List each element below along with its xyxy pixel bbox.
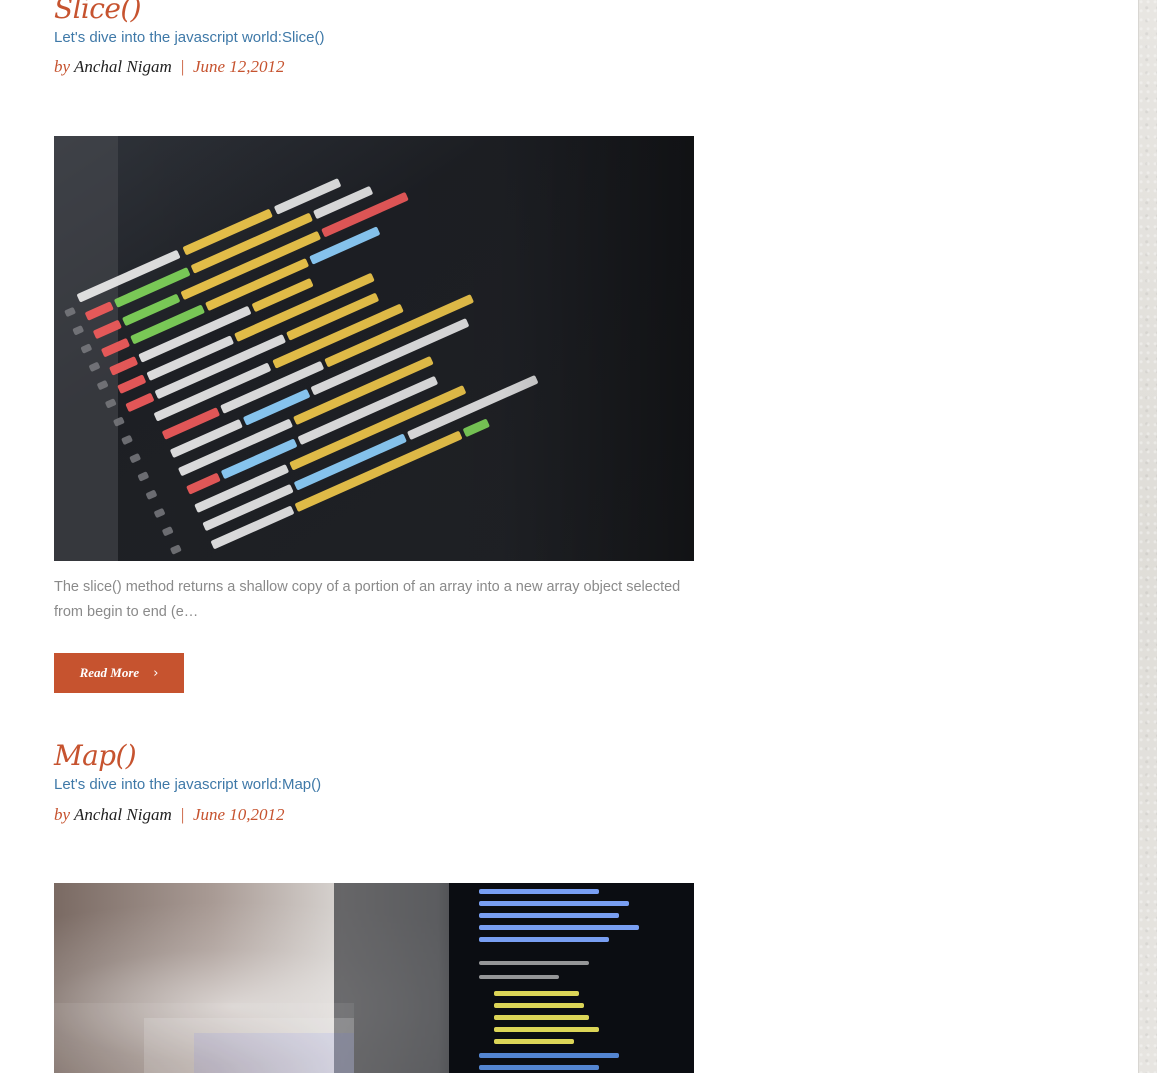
read-more-label: Read More <box>79 665 140 680</box>
post-subtitle: Let's dive into the javascript world:Sli… <box>54 29 325 46</box>
post-title[interactable]: Slice() <box>54 0 142 24</box>
post-meta: by Anchal Nigam | June 10,2012 <box>54 804 285 826</box>
post-date: June 12,2012 <box>192 57 285 76</box>
post-author[interactable]: Anchal Nigam <box>74 57 172 76</box>
feature-image-code-screen[interactable] <box>54 136 694 561</box>
post-date: June 10,2012 <box>192 805 285 824</box>
laptop-code-image <box>54 883 694 1073</box>
meta-separator: | <box>180 57 185 76</box>
post-subtitle: Let's dive into the javascript world:Map… <box>54 776 322 793</box>
post-meta: by Anchal Nigam | June 12,2012 <box>54 56 285 78</box>
code-screen-image <box>54 136 694 561</box>
meta-separator: | <box>180 805 185 824</box>
post-title[interactable]: Map() <box>54 741 137 771</box>
feature-image-laptop-code[interactable] <box>54 883 694 1073</box>
post-author[interactable]: Anchal Nigam <box>74 805 172 824</box>
read-more-button[interactable]: Read More › <box>54 653 184 693</box>
post-excerpt: The slice() method returns a shallow cop… <box>54 579 681 620</box>
post-by-label: by <box>54 57 71 76</box>
chevron-right-icon: › <box>153 665 159 681</box>
right-rail-background <box>1138 0 1157 1073</box>
post-by-label: by <box>54 805 71 824</box>
